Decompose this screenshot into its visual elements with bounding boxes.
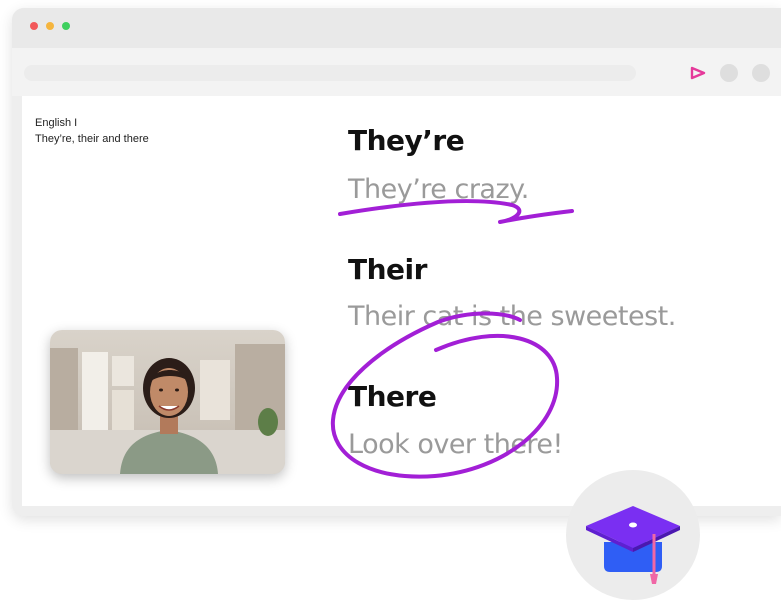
course-title: English I [35,117,78,129]
browser-toolbar [12,48,781,96]
minimize-window-button[interactable] [46,22,54,30]
browser-window: English I They’re, their and there They’… [12,8,781,516]
toolbar-circle-button[interactable] [752,64,770,82]
maximize-window-button[interactable] [62,22,70,30]
word-heading-there: There [348,380,437,413]
example-sentence-there: Look over there! [348,429,563,460]
toolbar-circle-button[interactable] [720,64,738,82]
word-heading-theyre: They’re [348,124,465,157]
lesson-title: They’re, their and there [35,133,149,145]
share-arrow-icon[interactable] [687,62,709,84]
lesson-content: English I They’re, their and there They’… [22,96,781,506]
graduation-badge [566,470,700,600]
close-window-button[interactable] [30,22,38,30]
graduation-cap-icon [586,506,680,584]
video-call-tile[interactable] [50,330,285,474]
word-heading-their: Their [348,253,427,286]
teacher-video-feed [50,330,285,474]
address-bar[interactable] [24,65,636,81]
example-sentence-their: Their cat is the sweetest. [348,301,676,332]
title-bar [12,8,781,48]
example-sentence-theyre: They’re crazy. [348,174,529,205]
